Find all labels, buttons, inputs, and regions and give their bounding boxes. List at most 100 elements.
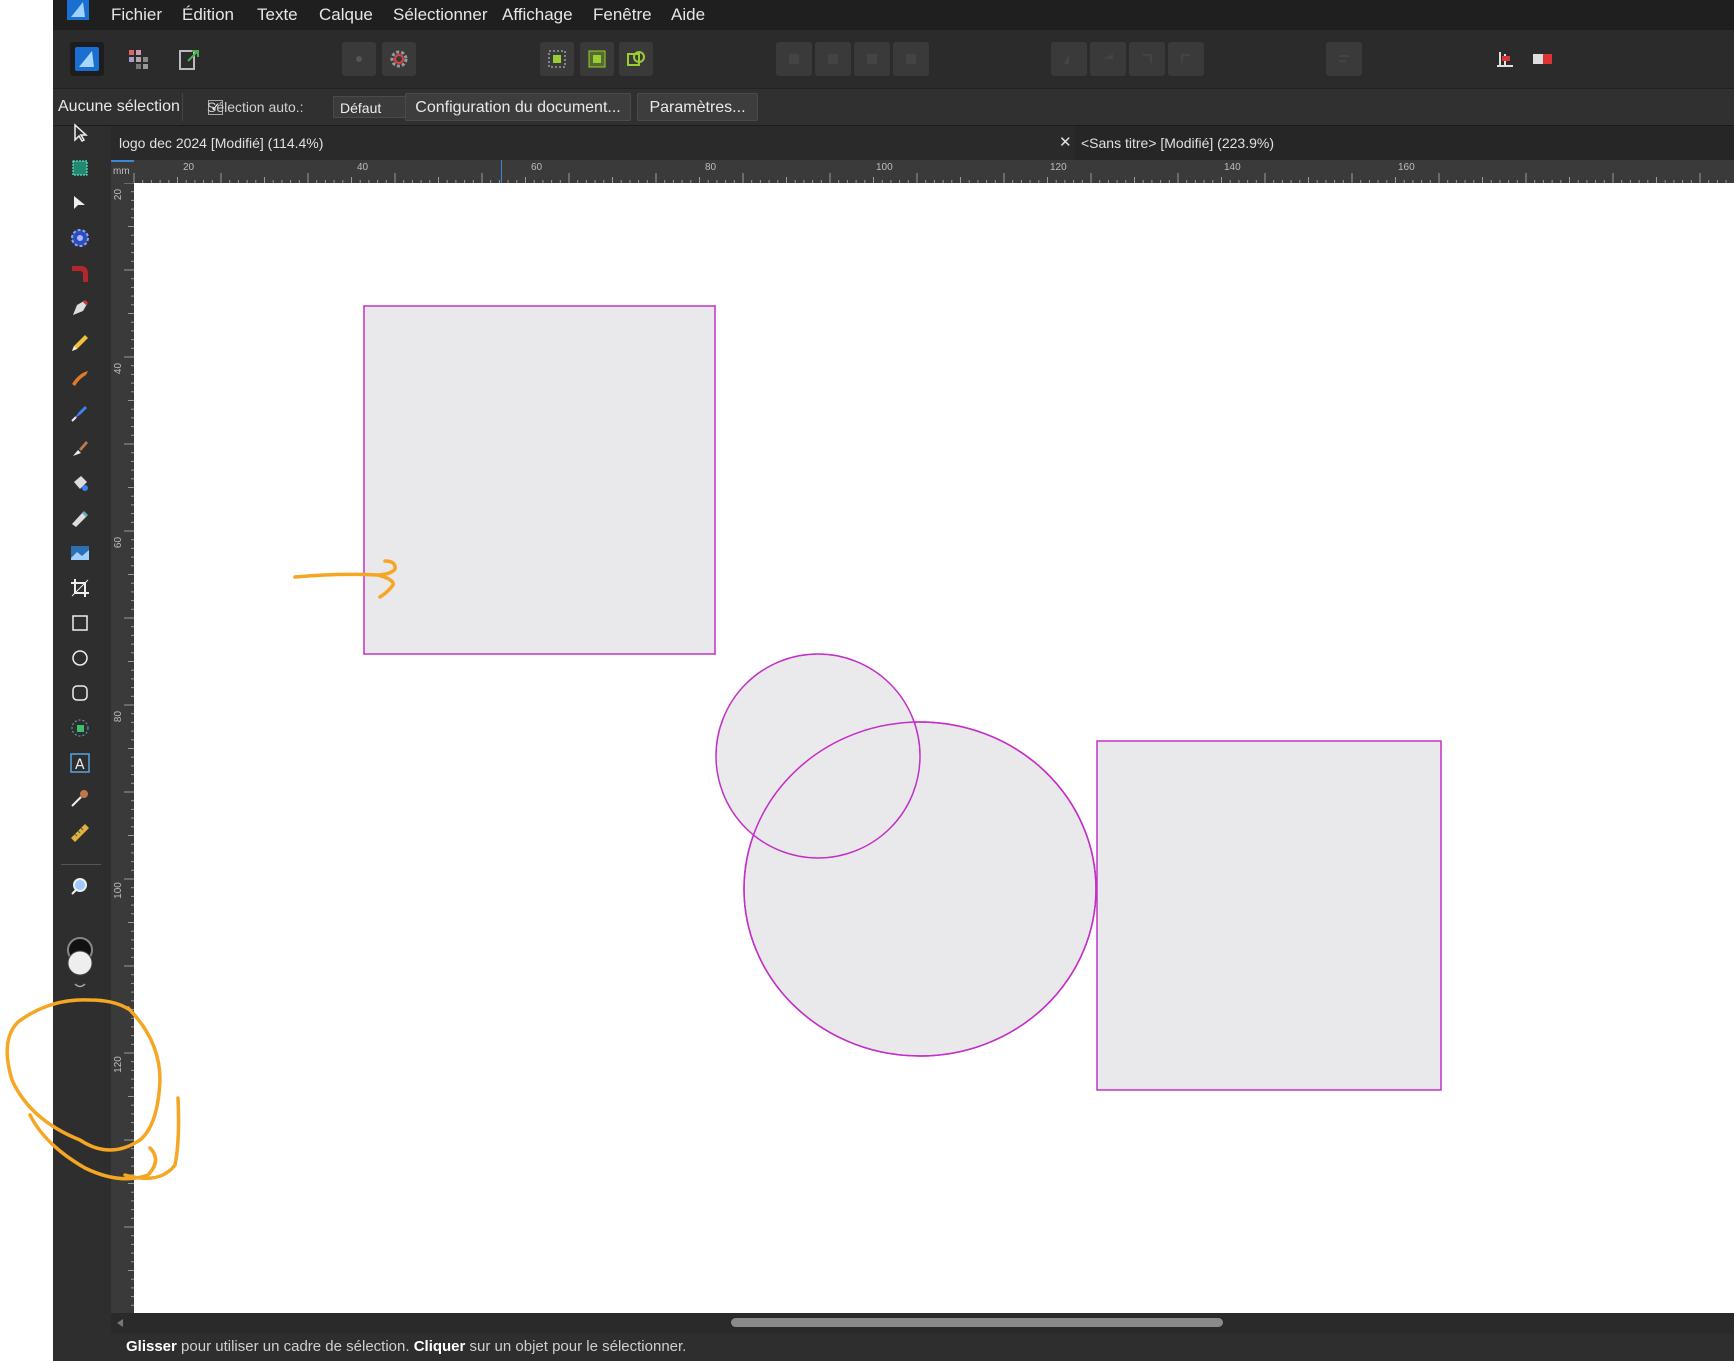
canvas[interactable] xyxy=(134,183,1734,1313)
designer-persona-button[interactable] xyxy=(70,42,104,76)
square-shape-1[interactable] xyxy=(363,305,716,655)
pencil-tool[interactable] xyxy=(65,328,95,358)
menu-affichage[interactable]: Affichage xyxy=(502,5,573,25)
menu-calque[interactable]: Calque xyxy=(319,5,373,25)
arrange-front-button[interactable] xyxy=(893,42,929,76)
export-persona-button[interactable] xyxy=(173,42,207,76)
snap-shapes-icon xyxy=(627,51,645,66)
ruler-label: 120 xyxy=(112,1056,124,1073)
circle-small[interactable] xyxy=(715,653,921,859)
svg-text:A: A xyxy=(75,757,85,773)
flip-horizontal-button[interactable] xyxy=(1051,42,1087,76)
assistant-button[interactable] xyxy=(1488,42,1522,76)
rectangle-tool[interactable] xyxy=(65,608,95,638)
menu-aide[interactable]: Aide xyxy=(671,5,705,25)
menu-edition[interactable]: Édition xyxy=(182,5,234,25)
place-image-tool[interactable] xyxy=(65,538,95,568)
vector-brush-tool[interactable] xyxy=(65,363,95,393)
rotate-left-button[interactable] xyxy=(1129,42,1165,76)
paint-brush-tool[interactable] xyxy=(65,433,95,463)
rotate-right-button[interactable] xyxy=(1168,42,1204,76)
measure-tool[interactable] xyxy=(65,818,95,848)
affinity-designer-window: Fichier Édition Texte Calque Sélectionne… xyxy=(53,0,1734,1361)
fill-tool[interactable] xyxy=(65,398,95,428)
flip-icon xyxy=(1103,54,1113,59)
status-click-text: sur un objet pour le sélectionner. xyxy=(465,1338,687,1355)
snapping-bounds-button[interactable] xyxy=(580,42,614,76)
rectangle-tool-icon xyxy=(72,615,88,631)
arrange-backward-button[interactable] xyxy=(815,42,851,76)
ruler-label: 20 xyxy=(183,162,195,173)
contour-tool[interactable] xyxy=(65,223,95,253)
menu-texte[interactable]: Texte xyxy=(257,5,298,25)
move-tool[interactable] xyxy=(65,118,95,148)
ruler-label: 60 xyxy=(531,162,543,173)
flip-vertical-button[interactable] xyxy=(1090,42,1126,76)
align-button[interactable] xyxy=(1326,42,1362,76)
zoom-tool[interactable] xyxy=(65,871,95,901)
ruler-label: 80 xyxy=(705,162,717,173)
close-icon[interactable]: ✕ xyxy=(1059,126,1072,160)
ruler-label: 80 xyxy=(113,710,125,723)
paint-brush-icon xyxy=(73,441,88,456)
snap-grid-icon xyxy=(548,50,566,68)
rounded-rectangle-tool[interactable] xyxy=(65,678,95,708)
color-picker-tool[interactable] xyxy=(65,783,95,813)
menu-selectionner[interactable]: Sélectionner xyxy=(393,5,488,25)
arrange-icon xyxy=(828,54,838,64)
tab-logo-dec-2024[interactable]: logo dec 2024 [Modifié] (114.4%) ✕ xyxy=(111,126,1075,160)
ruler-ticks xyxy=(133,173,1727,183)
canvas-artwork xyxy=(363,305,1442,1091)
pencil-tool-icon xyxy=(72,335,88,351)
scrollbar-thumb[interactable] xyxy=(731,1318,1223,1327)
transparency-tool[interactable] xyxy=(65,503,95,533)
menu-fichier[interactable]: Fichier xyxy=(111,5,162,25)
node-tool[interactable] xyxy=(65,188,95,218)
crop-tool[interactable] xyxy=(65,573,95,603)
designer-persona-icon xyxy=(75,47,99,71)
menu-fenetre[interactable]: Fenêtre xyxy=(593,5,652,25)
tab-sans-titre[interactable]: <Sans titre> [Modifié] (223.9%) xyxy=(1081,126,1401,160)
pixel-persona-button[interactable] xyxy=(121,42,155,76)
scroll-left-icon[interactable] xyxy=(115,1318,125,1328)
snapping-shapes-button[interactable] xyxy=(619,42,653,76)
preferences-button[interactable]: Paramètres... xyxy=(637,93,758,121)
square-shape-2[interactable] xyxy=(1096,740,1442,1091)
ruler-label: 40 xyxy=(113,362,125,375)
rounded-rectangle-tool-icon xyxy=(72,685,88,701)
tab-label: <Sans titre> [Modifié] (223.9%) xyxy=(1081,135,1274,151)
main-toolbar xyxy=(53,30,1734,89)
transparency-tool-icon xyxy=(72,510,89,527)
arrange-back-button[interactable] xyxy=(776,42,812,76)
arrange-forward-button[interactable] xyxy=(854,42,890,76)
flood-fill-tool[interactable] xyxy=(65,468,95,498)
snapping-grid-button[interactable] xyxy=(540,42,574,76)
horizontal-scrollbar[interactable] xyxy=(111,1313,1734,1333)
shape-builder-tool[interactable] xyxy=(65,713,95,743)
settings-button[interactable] xyxy=(382,42,416,76)
color-swatches[interactable] xyxy=(62,936,98,990)
auto-select-label: Sélection auto.: xyxy=(207,99,304,115)
pen-tool-icon xyxy=(73,299,89,315)
corner-tool[interactable] xyxy=(65,258,95,288)
arrange-icon xyxy=(867,54,877,64)
contour-tool-icon xyxy=(71,229,89,247)
view-mode-button[interactable] xyxy=(1525,42,1559,76)
dot-icon xyxy=(356,56,362,62)
horizontal-ruler: mm 20 40 60 80 100 120 140 160 xyxy=(111,160,1734,183)
ellipse-tool[interactable] xyxy=(65,643,95,673)
tab-label: logo dec 2024 [Modifié] (114.4%) xyxy=(119,135,324,151)
document-setup-button[interactable]: Configuration du document... xyxy=(405,93,631,121)
arrange-icon xyxy=(906,54,916,64)
artistic-text-tool-icon: A xyxy=(70,753,90,773)
artboard-tool[interactable] xyxy=(65,153,95,183)
undo-history-button[interactable] xyxy=(342,42,376,76)
pen-tool[interactable] xyxy=(65,293,95,323)
ruler-cursor-marker xyxy=(501,160,502,183)
flood-fill-icon xyxy=(74,476,88,491)
zoom-tool-icon xyxy=(71,878,87,895)
rotate-icon xyxy=(1143,54,1152,63)
fill-tool-icon xyxy=(71,406,87,422)
vertical-ruler: 20 40 60 80 100 120 xyxy=(111,183,134,1313)
artistic-text-tool[interactable]: A xyxy=(65,748,95,778)
